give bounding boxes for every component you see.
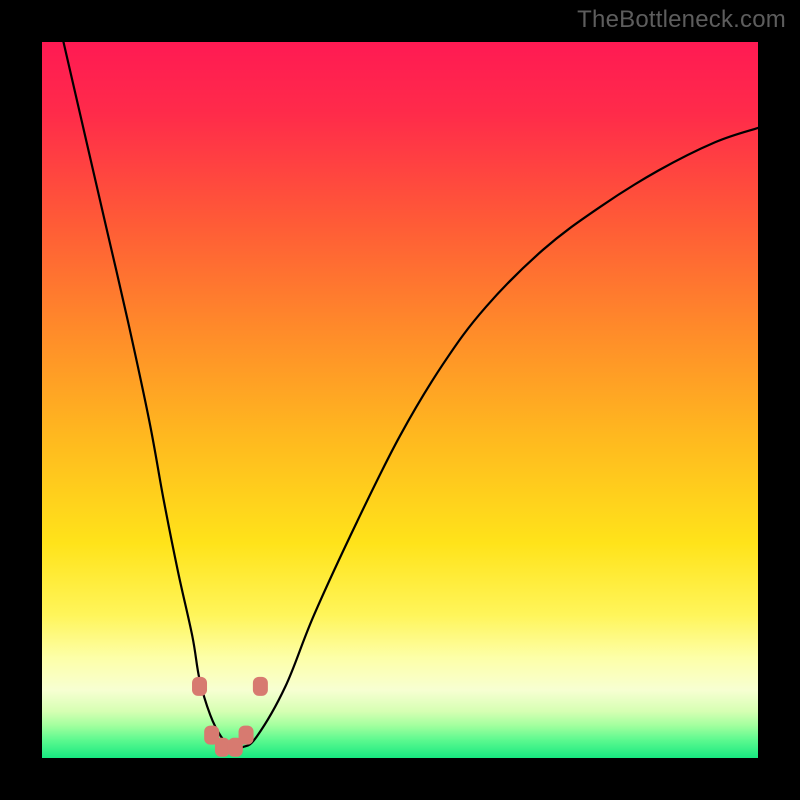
curve-marker [192, 677, 207, 696]
chart-frame: TheBottleneck.com [0, 0, 800, 800]
curve-marker [215, 738, 230, 757]
curve-marker [253, 677, 268, 696]
chart-overlay [42, 42, 758, 758]
curve-markers [192, 677, 268, 757]
plot-area [42, 42, 758, 758]
attribution-label: TheBottleneck.com [577, 6, 786, 34]
bottleneck-curve [63, 42, 758, 749]
curve-marker [239, 726, 254, 745]
